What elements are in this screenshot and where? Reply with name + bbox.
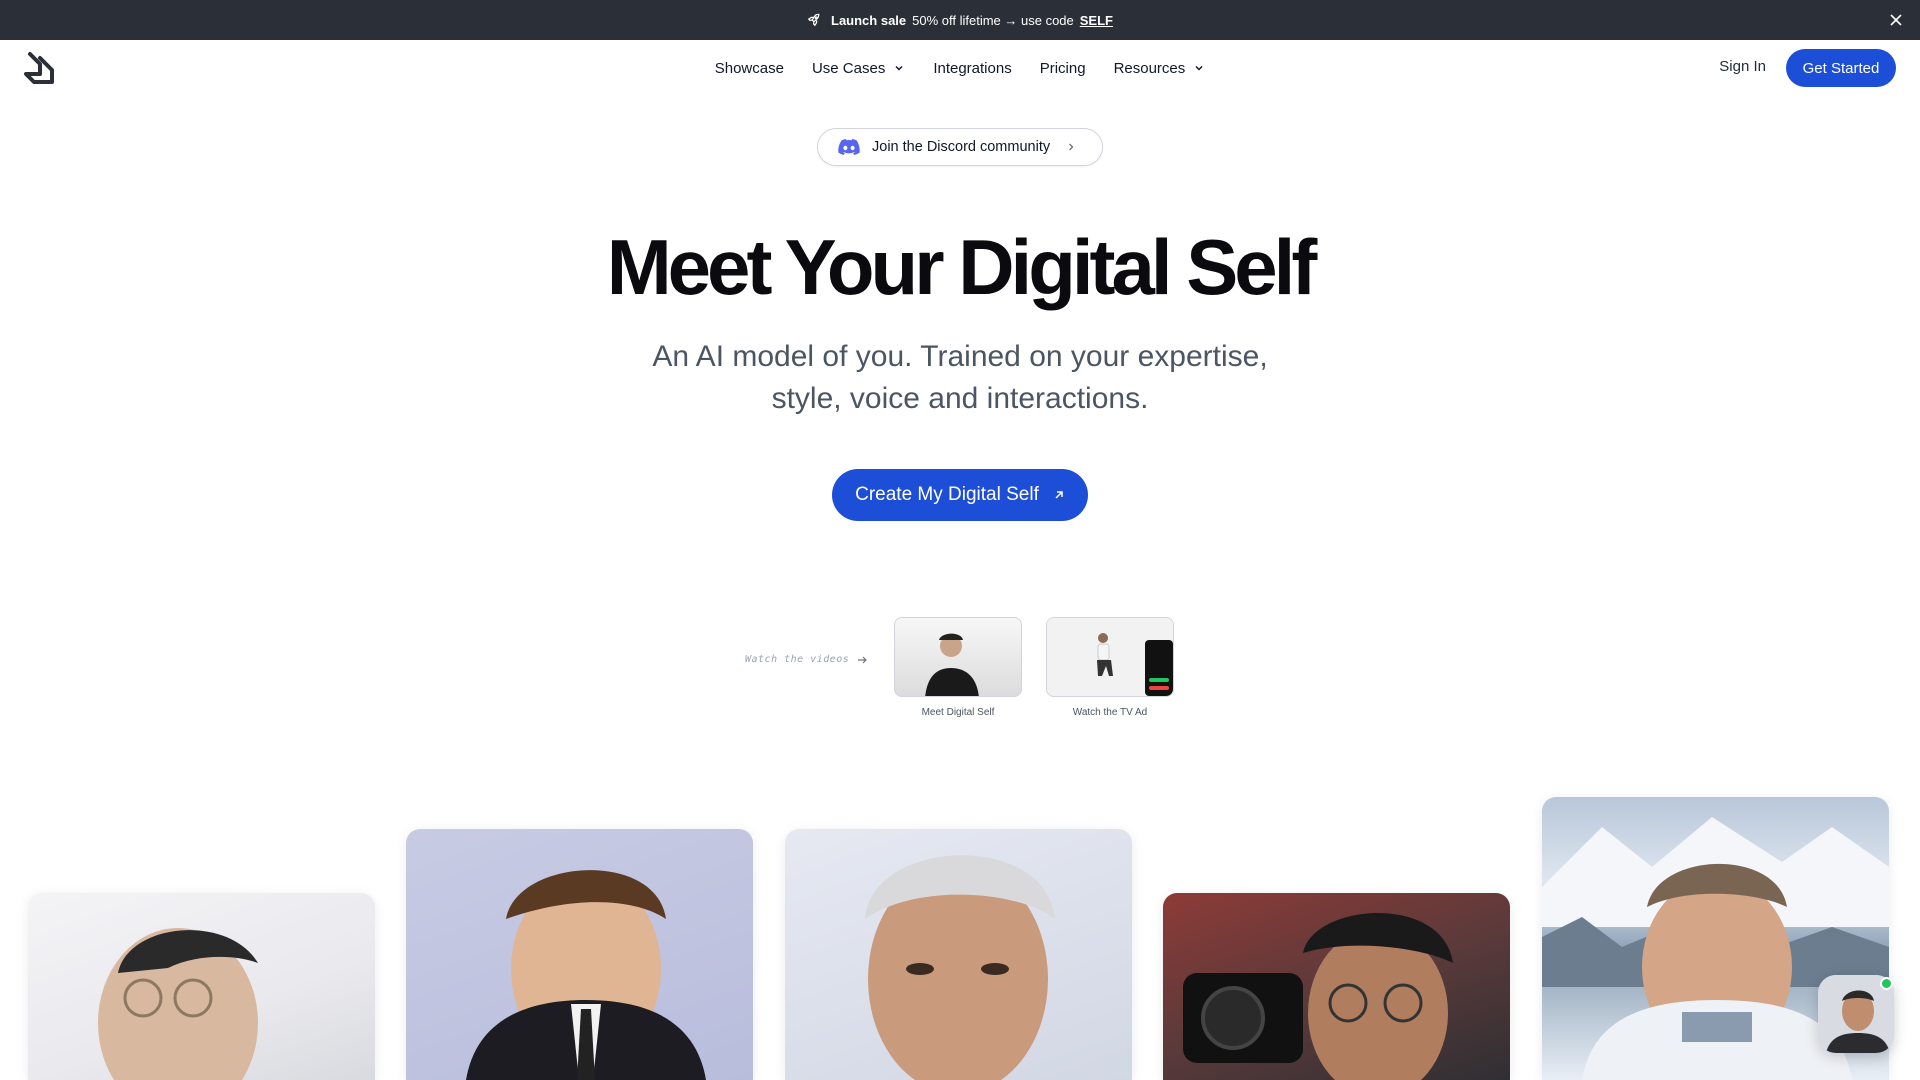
cta-label: Create My Digital Self xyxy=(855,484,1039,505)
chevron-down-icon xyxy=(1195,65,1203,71)
announcement-bar: Launch sale 50% off lifetime → use code … xyxy=(0,0,1920,40)
discord-community-button[interactable]: Join the Discord community xyxy=(817,128,1103,166)
video-caption: Watch the TV Ad xyxy=(1072,707,1148,718)
nav-integrations[interactable]: Integrations xyxy=(933,60,1011,77)
get-started-button[interactable]: Get Started xyxy=(1786,49,1896,87)
discord-icon xyxy=(838,139,860,155)
create-digital-self-button[interactable]: Create My Digital Self xyxy=(832,469,1088,521)
nav-links: Showcase Use Cases Integrations Pricing … xyxy=(0,40,1920,96)
hero-subtitle: An AI model of you. Trained on your expe… xyxy=(560,336,1360,420)
arrow-up-right-icon xyxy=(1055,491,1063,499)
portrait-card[interactable] xyxy=(28,893,375,1080)
nav-label: Pricing xyxy=(1039,59,1086,77)
promo-code[interactable]: SELF xyxy=(1080,13,1113,28)
close-icon[interactable] xyxy=(1886,10,1906,30)
announcement-text: 50% off lifetime → use code xyxy=(912,12,1074,28)
online-status-indicator xyxy=(1880,977,1893,990)
nav-label: Resources xyxy=(1113,59,1186,77)
nav-label: Integrations xyxy=(933,59,1012,77)
watch-videos-label: Watch the videos xyxy=(745,654,868,665)
hero-subtitle-line: style, voice and interactions. xyxy=(771,382,1149,415)
rocket-icon xyxy=(807,13,820,27)
announcement-label: Launch sale xyxy=(831,12,907,28)
hero-title: Meet Your Digital Self xyxy=(606,223,1318,311)
nav-pricing[interactable]: Pricing xyxy=(1040,60,1086,77)
video-thumbnail-tv-ad[interactable] xyxy=(1046,617,1174,697)
portrait-image xyxy=(98,928,258,1080)
portrait-card[interactable] xyxy=(1163,893,1510,1080)
top-nav: Showcase Use Cases Integrations Pricing … xyxy=(0,40,1920,96)
chevron-right-icon xyxy=(1069,143,1074,151)
nav-label: Showcase xyxy=(714,59,784,77)
tv-ad-thumbnail-icon xyxy=(1047,618,1173,696)
portrait-image xyxy=(466,870,706,1080)
video-thumbnail-meet-digital-self[interactable] xyxy=(894,617,1022,697)
nav-resources[interactable]: Resources xyxy=(1114,60,1206,77)
portrait-card[interactable] xyxy=(785,829,1132,1080)
nav-showcase[interactable]: Showcase xyxy=(715,60,784,77)
nav-label: Use Cases xyxy=(811,59,886,77)
chevron-down-icon xyxy=(895,65,903,71)
discord-label: Join the Discord community xyxy=(872,139,1051,155)
video-caption: Meet Digital Self xyxy=(921,707,995,718)
hero-subtitle-line: An AI model of you. Trained on your expe… xyxy=(652,340,1268,373)
portrait-card[interactable] xyxy=(406,829,753,1080)
sign-in-link[interactable]: Sign In xyxy=(1719,58,1766,75)
arrow-right-icon xyxy=(858,656,868,663)
portrait-image xyxy=(865,855,1055,1080)
portrait-image xyxy=(1183,913,1453,1080)
nav-use-cases[interactable]: Use Cases xyxy=(812,60,905,77)
person-thumbnail-icon xyxy=(925,633,979,696)
watch-videos-text: Watch the videos xyxy=(745,654,850,665)
